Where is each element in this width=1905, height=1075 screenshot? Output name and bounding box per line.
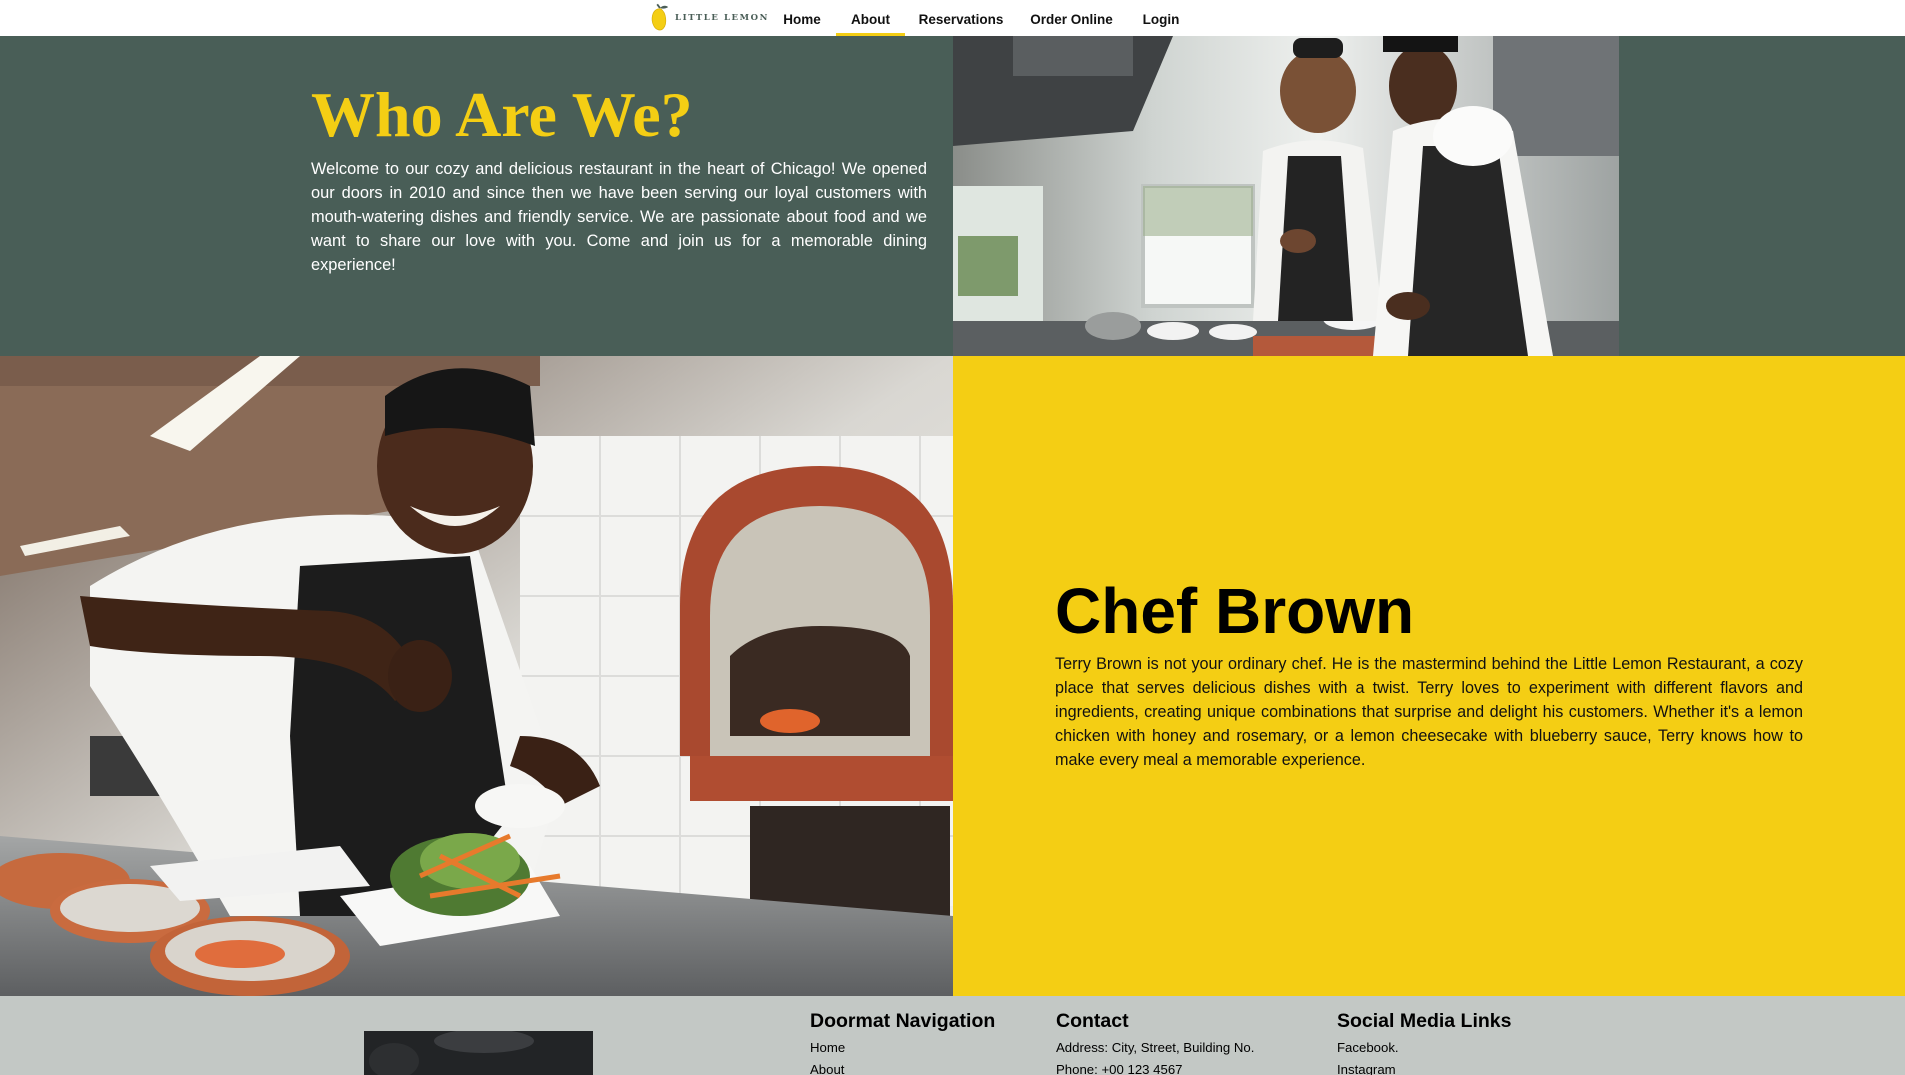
nav-link-reservations[interactable]: Reservations [911,0,1011,36]
footer-doormat-navigation: Doormat Navigation Home About [810,1010,995,1075]
footer-nav-home[interactable]: Home [810,1037,995,1059]
footer-contact-address: Address: City, Street, Building No. [1056,1040,1255,1055]
footer-social-links: Social Media Links Facebook. Instagram [1337,1010,1511,1075]
footer-nav-about[interactable]: About [810,1059,995,1075]
little-lemon-logo[interactable]: LITTLE LEMON [649,1,769,35]
about-title: Who Are We? [311,79,693,150]
about-section-right-fill [1619,36,1905,356]
chef-brown-photo [0,356,953,996]
footer: Doormat Navigation Home About Contact Ad… [0,996,1905,1075]
footer-social-instagram[interactable]: Instagram [1337,1059,1511,1075]
logo-text: LITTLE LEMON [675,13,769,23]
nav-link-home[interactable]: Home [772,0,832,36]
about-section: Who Are We? Welcome to our cozy and deli… [0,36,953,356]
footer-contact: Contact Address: City, Street, Building … [1056,1010,1254,1075]
chef-section: Chef Brown Terry Brown is not your ordin… [953,356,1905,996]
footer-social-heading: Social Media Links [1337,1010,1512,1032]
chef-title: Chef Brown [1055,575,1415,647]
chefs-kitchen-photo [953,36,1619,356]
footer-nav-heading: Doormat Navigation [810,1010,996,1032]
about-text: Welcome to our cozy and delicious restau… [311,160,927,274]
footer-contact-heading: Contact [1056,1010,1129,1032]
nav-link-order-online[interactable]: Order Online [1024,0,1119,36]
nav-link-login[interactable]: Login [1131,0,1191,36]
nav-link-about[interactable]: About [836,0,905,36]
chef-text: Terry Brown is not your ordinary chef. H… [1055,655,1803,769]
top-navigation: LITTLE LEMON Home About Reservations Ord… [0,0,1905,36]
footer-contact-phone: Phone: +00 123 4567 [1056,1062,1183,1075]
footer-social-facebook[interactable]: Facebook. [1337,1037,1511,1059]
footer-image [364,1031,593,1075]
lemon-icon [651,3,669,31]
